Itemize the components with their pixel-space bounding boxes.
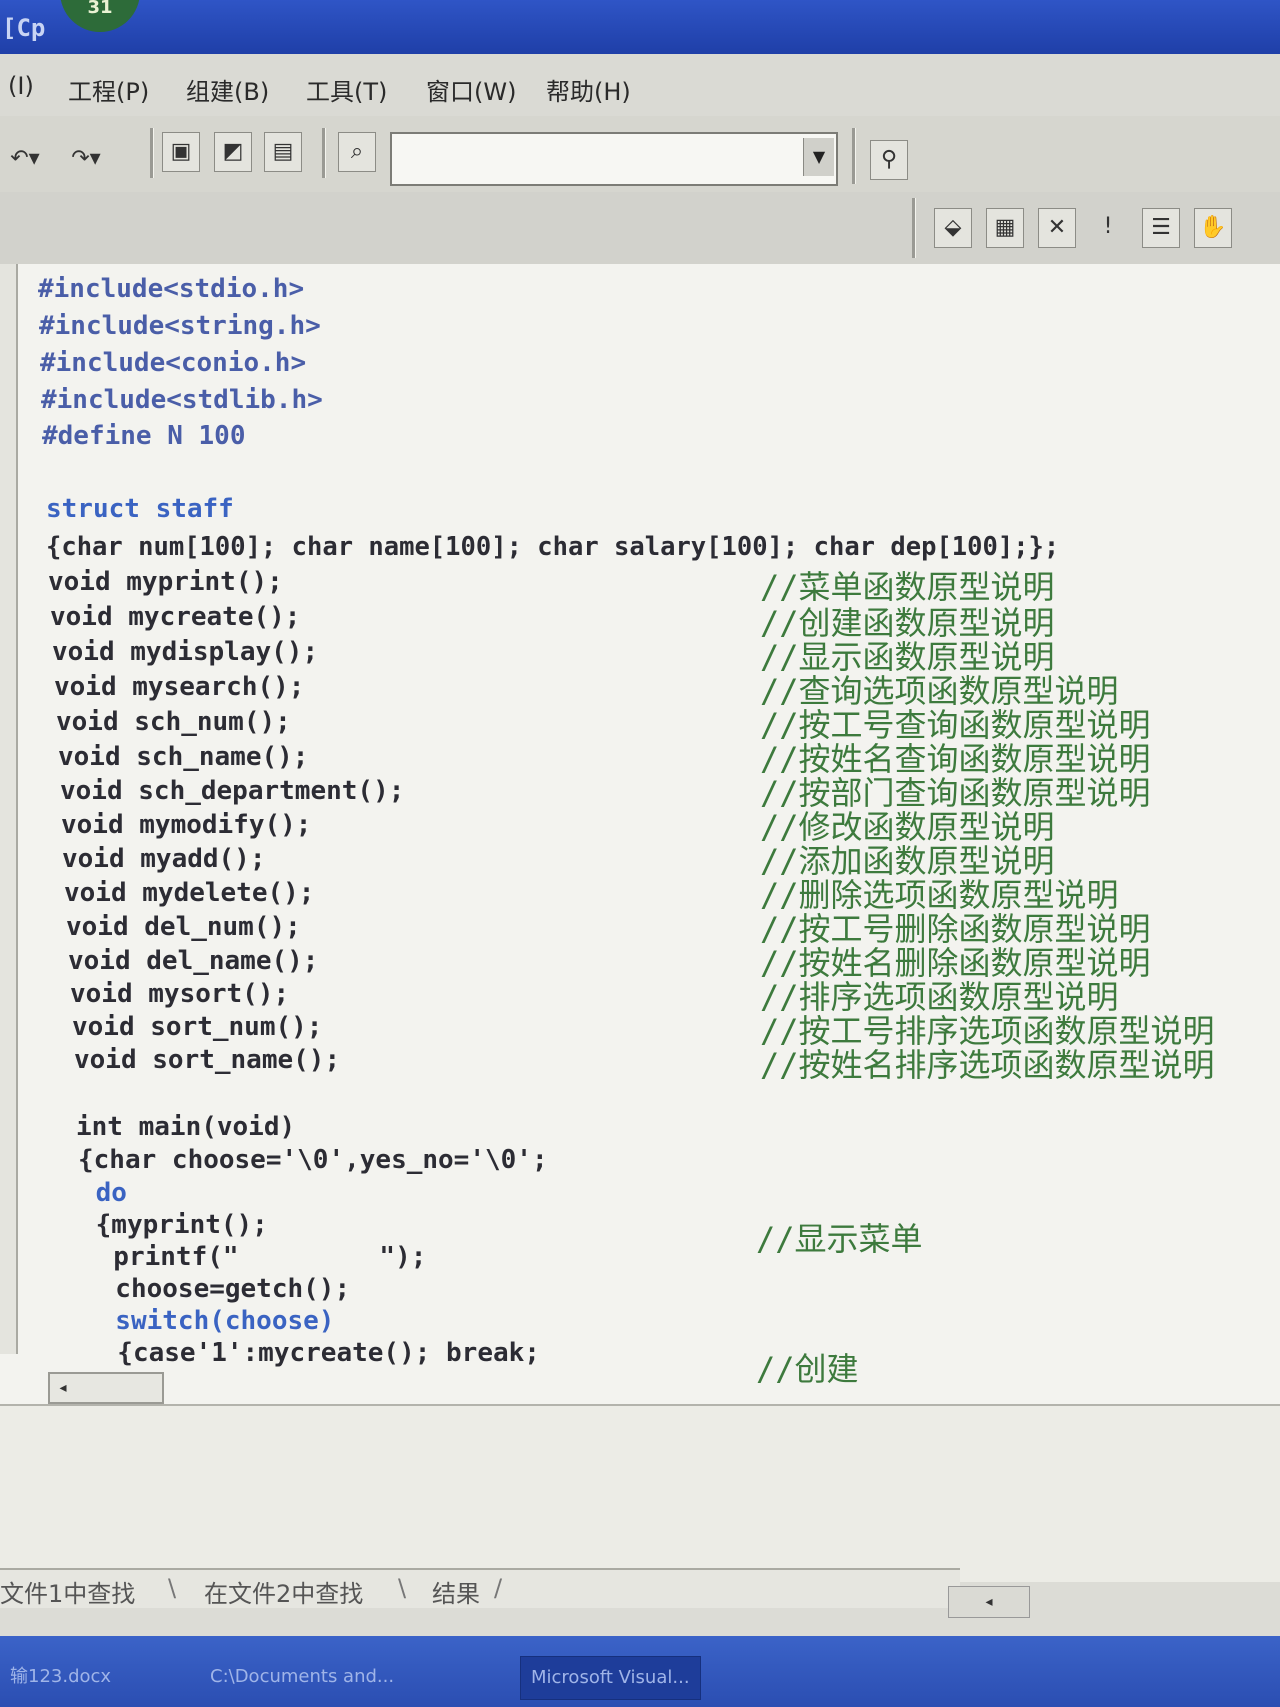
toolbar-separator <box>912 198 916 258</box>
code-line[interactable]: void sch_num(); <box>56 707 291 737</box>
code-comment: //按部门查询函数原型说明 <box>760 774 1151 812</box>
undo-icon[interactable]: ↶▾ <box>0 140 50 178</box>
code-editor[interactable]: #include<stdio.h> #include<string.h> #in… <box>0 264 1280 1404</box>
scroll-left-icon[interactable]: ◂ <box>50 1374 76 1402</box>
code-comment: //按姓名排序选项函数原型说明 <box>760 1046 1215 1084</box>
code-line[interactable]: void del_num(); <box>66 912 301 942</box>
code-comment: //按工号查询函数原型说明 <box>760 706 1151 744</box>
code-line[interactable]: #include<stdlib.h> <box>41 385 323 415</box>
code-line[interactable]: #define N 100 <box>42 421 246 451</box>
build-icon[interactable]: ▦ <box>986 208 1024 248</box>
taskbar-item-explorer[interactable]: C:\Documents and... <box>200 1656 404 1698</box>
chevron-down-icon[interactable]: ▼ <box>803 138 834 176</box>
code-line[interactable]: void sch_name(); <box>58 742 308 772</box>
menu-item-build[interactable]: 组建(B) <box>186 72 269 107</box>
toolbar-separator <box>150 128 154 178</box>
code-line[interactable]: void mydelete(); <box>64 878 314 908</box>
code-comment: //查询选项函数原型说明 <box>760 672 1119 710</box>
code-comment: //创建函数原型说明 <box>760 604 1055 642</box>
code-comment: //创建 <box>756 1350 859 1388</box>
code-comment: //显示函数原型说明 <box>760 638 1055 676</box>
menu-item-window[interactable]: 窗口(W) <box>426 72 516 107</box>
toolbar-separator <box>852 128 856 184</box>
code-line[interactable]: {case'1':mycreate(); break; <box>86 1338 540 1368</box>
code-line[interactable]: void myprint(); <box>48 567 283 597</box>
code-line[interactable]: void del_name(); <box>68 946 318 976</box>
tab-separator: \ <box>168 1574 177 1602</box>
output-window-icon[interactable]: ◩ <box>214 132 252 172</box>
windows-list-icon[interactable]: ▤ <box>264 132 302 172</box>
code-line[interactable]: switch(choose) <box>84 1306 334 1336</box>
tab-find-in-files-1[interactable]: 文件1中查找 <box>0 1574 135 1609</box>
taskbar: 输123.docx C:\Documents and... Microsoft … <box>0 1636 1280 1707</box>
workspace-icon[interactable]: ▣ <box>162 132 200 172</box>
code-line[interactable]: void mydisplay(); <box>52 637 318 667</box>
toolbar-separator <box>322 128 326 178</box>
code-line[interactable]: do <box>80 1178 127 1208</box>
output-panel[interactable] <box>0 1404 1280 1582</box>
breakpoint-list-icon[interactable]: ☰ <box>1142 208 1180 248</box>
tab-separator: \ <box>398 1574 407 1602</box>
code-line[interactable]: void mysearch(); <box>54 672 304 702</box>
code-comment: //排序选项函数原型说明 <box>760 978 1119 1016</box>
title-bar: [Cp 31 <box>0 0 1280 54</box>
find-in-files-icon[interactable]: ⌕ <box>338 132 376 172</box>
editor-gutter <box>0 264 18 1354</box>
stop-build-icon[interactable]: ✕ <box>1038 208 1076 248</box>
compile-icon[interactable]: ⬙ <box>934 208 972 248</box>
code-line[interactable]: #include<string.h> <box>39 311 321 341</box>
redo-icon[interactable]: ↷▾ <box>56 140 116 178</box>
go-icon[interactable]: ✋ <box>1194 208 1232 248</box>
output-tabs: 文件1中查找 \ 在文件2中查找 \ 结果 / <box>0 1568 960 1608</box>
menu-item-project[interactable]: 工程(P) <box>68 72 149 107</box>
code-line[interactable]: void sort_name(); <box>74 1045 340 1075</box>
taskbar-item-visual-cpp[interactable]: Microsoft Visual... <box>520 1656 701 1700</box>
tab-separator: / <box>494 1574 503 1602</box>
editor-horizontal-scrollbar[interactable]: ◂ <box>48 1372 164 1404</box>
code-comment: //按工号删除函数原型说明 <box>760 910 1151 948</box>
menu-item-unknown[interactable]: (I) <box>8 72 34 100</box>
code-line[interactable]: choose=getch(); <box>84 1274 350 1304</box>
code-line[interactable]: int main(void) <box>76 1112 295 1142</box>
code-line[interactable]: #include<stdio.h> <box>38 274 304 304</box>
tab-find-in-files-2[interactable]: 在文件2中查找 <box>204 1574 363 1609</box>
tab-results[interactable]: 结果 <box>432 1574 480 1609</box>
code-comment: //菜单函数原型说明 <box>760 568 1055 606</box>
find-icon[interactable]: ⚲ <box>870 140 908 180</box>
code-comment: //删除选项函数原型说明 <box>760 876 1119 914</box>
code-line[interactable]: struct staff <box>46 494 234 524</box>
execute-icon[interactable]: ! <box>1090 208 1126 246</box>
code-comment: //添加函数原型说明 <box>760 842 1055 880</box>
code-line[interactable]: void mymodify(); <box>61 810 311 840</box>
output-horizontal-scrollbar[interactable]: ◂ <box>948 1586 1030 1618</box>
code-line[interactable]: void sort_num(); <box>72 1012 322 1042</box>
code-comment: //修改函数原型说明 <box>760 808 1055 846</box>
code-line[interactable]: #include<conio.h> <box>40 348 306 378</box>
code-comment: //按姓名删除函数原型说明 <box>760 944 1151 982</box>
notification-badge: 31 <box>60 0 140 32</box>
code-line[interactable]: {char choose='\0',yes_no='\0'; <box>78 1145 548 1175</box>
code-comment: //按姓名查询函数原型说明 <box>760 740 1151 778</box>
code-line[interactable]: void mycreate(); <box>50 602 300 632</box>
window-title: [Cp <box>2 14 46 42</box>
taskbar-item-document[interactable]: 输123.docx <box>0 1656 121 1698</box>
code-line[interactable]: printf(" "); <box>82 1242 426 1272</box>
menu-bar: (I) 工程(P) 组建(B) 工具(T) 窗口(W) 帮助(H) <box>0 54 1280 117</box>
toolbar-build: ⬙ ▦ ✕ ! ☰ ✋ <box>0 192 1280 266</box>
code-line[interactable]: void mysort(); <box>70 979 289 1009</box>
code-line[interactable]: {char num[100]; char name[100]; char sal… <box>46 532 1059 562</box>
menu-item-help[interactable]: 帮助(H) <box>546 72 631 107</box>
code-comment: //显示菜单 <box>756 1220 923 1258</box>
code-line[interactable]: {myprint(); <box>80 1210 268 1240</box>
code-line[interactable]: void myadd(); <box>62 844 266 874</box>
code-comment: //按工号排序选项函数原型说明 <box>760 1012 1215 1050</box>
scroll-left-icon[interactable]: ◂ <box>985 1594 992 1610</box>
find-combo[interactable]: ▼ <box>390 132 838 186</box>
code-line[interactable]: void sch_department(); <box>60 776 404 806</box>
menu-item-tools[interactable]: 工具(T) <box>306 72 387 107</box>
